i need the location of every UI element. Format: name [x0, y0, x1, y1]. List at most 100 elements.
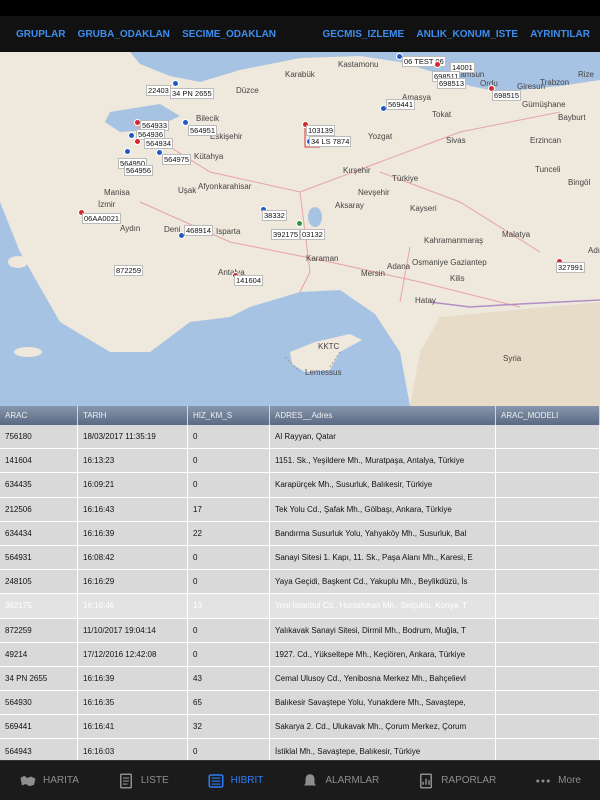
city-label: Tunceli — [535, 165, 561, 174]
cell-adres: 1927. Cd., Yükseltepe Mh., Keçiören, Ank… — [270, 642, 496, 666]
ayrintilar-button[interactable]: AYRINTILAR — [530, 29, 590, 40]
cell-tarih: 16:16:46 — [78, 594, 188, 618]
cell-hiz: 65 — [188, 691, 270, 715]
column-header-adres[interactable]: ADRES__Adres — [270, 406, 496, 425]
vehicle-marker[interactable] — [134, 138, 141, 145]
table-row[interactable]: 569441 16:16:41 32 Sakarya 2. Cd., Ulukavak… — [0, 715, 600, 740]
world-map-icon — [20, 775, 36, 786]
vehicle-marker[interactable] — [434, 61, 441, 68]
city-label: Aydın — [120, 224, 141, 233]
column-header-arac[interactable]: ARAC — [0, 406, 78, 425]
column-header-arac-modeli[interactable]: ARAC_MODELI — [496, 406, 600, 425]
cell-arac-modeli — [496, 666, 600, 691]
cell-tarih: 16:08:42 — [78, 545, 188, 570]
cell-arac: 212506 — [0, 497, 78, 521]
cell-arac-modeli — [496, 545, 600, 570]
cell-adres: Tek Yolu Cd., Şafak Mh., Gölbaşı, Ankara… — [270, 497, 496, 521]
vehicle-marker[interactable] — [128, 132, 135, 139]
city-label: Bingöl — [568, 178, 591, 187]
secime-odaklan-button[interactable]: SECIME_ODAKLAN — [182, 29, 276, 40]
cell-arac: 872259 — [0, 618, 78, 642]
city-label: Karabük — [285, 70, 315, 79]
city-label: Türkiye — [392, 174, 419, 183]
table-row[interactable]: 141604 16:13:23 0 1151. Sk., Yeşildere Mh.,… — [0, 449, 600, 474]
vehicle-label[interactable]: 564951 — [188, 125, 218, 136]
cell-hiz: 0 — [188, 642, 270, 666]
vehicle-label[interactable]: 22403 — [146, 85, 171, 96]
cell-hiz: 0 — [188, 570, 270, 594]
vehicle-label[interactable]: 564956 — [124, 165, 154, 176]
table-row[interactable]: 756180 18/03/2017 11:35:19 0 Al Rayyan, Qat… — [0, 425, 600, 450]
city-label: Afyonkarahisar — [198, 182, 252, 191]
table-row[interactable]: 564930 16:16:35 65 Balıkesir Savaştepe Yolu… — [0, 691, 600, 716]
table-row[interactable]: 49214 17/12/2016 12:42:08 0 1927. Cd., Yüks… — [0, 642, 600, 667]
vehicle-marker[interactable] — [172, 80, 179, 87]
cell-tarih: 16:16:03 — [78, 739, 188, 760]
city-label: Kayseri — [410, 204, 437, 213]
top-toolbar: GRUPLAR GRUBA_ODAKLAN SECIME_ODAKLAN GEC… — [0, 16, 600, 52]
cell-arac-modeli — [496, 497, 600, 521]
cell-hiz: 17 — [188, 497, 270, 521]
tab-hibrit[interactable]: HIBRIT — [207, 772, 263, 790]
table-row[interactable]: 564943 16:16:03 0 İstiklal Mh., Savaştepe, … — [0, 739, 600, 760]
cell-tarih: 16:16:29 — [78, 570, 188, 594]
vehicle-label[interactable]: 38332 — [262, 210, 287, 221]
table-row[interactable]: 34 PN 2655 16:16:39 43 Cemal Ulusoy Cd., Ye… — [0, 666, 600, 692]
map-view[interactable]: Kastamonu Karabük Düzce Bilecik Eskişehi… — [0, 52, 600, 406]
bottom-tab-bar: HARITA LISTE HIBRIT ALARMLAR RAPORLAR Mo… — [0, 760, 600, 800]
vehicle-label[interactable]: 564975 — [162, 154, 192, 165]
gruplar-button[interactable]: GRUPLAR — [16, 29, 65, 40]
cell-tarih: 16:16:35 — [78, 691, 188, 715]
vehicle-label[interactable]: 34 PN 2655 — [170, 88, 214, 99]
cell-adres: Cemal Ulusoy Cd., Yenibosna Merkez Mh., … — [270, 666, 496, 691]
column-header-tarih[interactable]: TARIH — [78, 406, 188, 425]
gruba-odaklan-button[interactable]: GRUBA_ODAKLAN — [78, 29, 170, 40]
vehicle-marker[interactable] — [124, 148, 131, 155]
cell-arac: 634434 — [0, 521, 78, 545]
table-row[interactable]: 634434 16:16:39 22 Bandırma Susurluk Yolu, … — [0, 521, 600, 546]
tab-label: RAPORLAR — [441, 775, 497, 786]
vehicle-label[interactable]: 34 LS 7874 — [309, 136, 352, 147]
gecmis-izleme-button[interactable]: GECMIS_IZLEME — [322, 29, 404, 40]
city-label: Nevşehir — [358, 188, 390, 197]
vehicle-label[interactable]: 698515 — [492, 90, 522, 101]
table-row[interactable]: 634435 16:09:21 0 Karapürçek Mh., Susurluk,… — [0, 473, 600, 498]
vehicle-label[interactable]: 872259 — [114, 265, 144, 276]
vehicle-label[interactable]: 392175 — [271, 229, 301, 240]
vehicle-label[interactable]: 06AA0021 — [82, 213, 122, 224]
vehicle-label[interactable]: 141604 — [234, 275, 264, 286]
cell-hiz: 32 — [188, 715, 270, 739]
cell-arac: 564931 — [0, 545, 78, 570]
vehicle-label[interactable]: 327991 — [556, 262, 586, 273]
cell-tarih: 18/03/2017 11:35:19 — [78, 425, 188, 449]
tab-raporlar[interactable]: RAPORLAR — [417, 772, 496, 790]
vehicle-label[interactable]: 564934 — [144, 138, 174, 149]
tab-liste[interactable]: LISTE — [117, 772, 169, 790]
tab-alarmlar[interactable]: ALARMLAR — [301, 772, 379, 790]
cell-adres: Balıkesir Savaştepe Yolu, Yunakdere Mh.,… — [270, 691, 496, 715]
table-row[interactable]: 872259 11/10/2017 19:04:14 0 Yalıkavak Sana… — [0, 618, 600, 643]
vehicle-marker[interactable] — [296, 220, 303, 227]
vehicle-label[interactable]: 03132 — [300, 229, 325, 240]
table-row-selected[interactable]: 392175 16:16:46 13 Yeni İstanbul Cd., Horoz… — [0, 594, 600, 619]
column-header-hiz[interactable]: HIZ_KM_S — [188, 406, 270, 425]
city-label: Kahramanmaraş — [424, 236, 484, 245]
vehicle-label[interactable]: 103139 — [306, 125, 336, 136]
cell-arac: 141604 — [0, 449, 78, 473]
city-label: Kırşehir — [343, 166, 371, 175]
vehicle-label[interactable]: 569441 — [386, 99, 416, 110]
tab-harita[interactable]: HARITA — [19, 772, 79, 790]
table-row[interactable]: 564931 16:08:42 0 Sanayi Sitesi 1. Kapı, 11… — [0, 545, 600, 571]
table-row[interactable]: 248105 16:16:29 0 Yaya Geçidi, Başkent Cd.,… — [0, 570, 600, 595]
tab-more[interactable]: More — [534, 772, 581, 790]
vehicle-label[interactable]: 698513 — [437, 78, 467, 89]
table-row[interactable]: 212506 16:16:43 17 Tek Yolu Cd., Şafak Mh.,… — [0, 497, 600, 522]
cell-arac-modeli — [496, 739, 600, 760]
anlik-konum-iste-button[interactable]: ANLIK_KONUM_ISTE — [416, 29, 518, 40]
cell-hiz: 0 — [188, 739, 270, 760]
city-label: Adana — [387, 262, 411, 271]
city-label: Trabzon — [540, 78, 570, 87]
vehicle-label[interactable]: 468914 — [184, 225, 214, 236]
cell-hiz: 43 — [188, 666, 270, 691]
tab-label: LISTE — [140, 775, 169, 786]
